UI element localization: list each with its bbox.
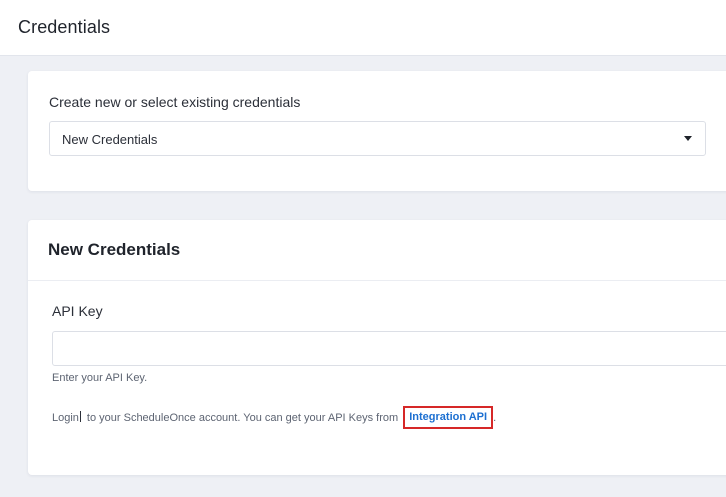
new-credentials-header: New Credentials: [28, 220, 726, 281]
help-text-login: Login: [52, 412, 79, 424]
i-beam-cursor-icon: [79, 411, 86, 422]
api-key-input[interactable]: [52, 331, 726, 366]
new-credentials-title: New Credentials: [48, 240, 181, 259]
page-title: Credentials: [18, 17, 111, 37]
caret-down-icon: [684, 136, 692, 141]
api-key-hint: Enter your API Key.: [52, 372, 148, 384]
top-bar: Credentials: [0, 0, 726, 56]
api-key-help-text: Login to your ScheduleOnce account. You c…: [52, 406, 497, 430]
help-text-body: to your ScheduleOnce account. You can ge…: [86, 412, 399, 424]
help-text-suffix: .: [493, 412, 497, 424]
credentials-select-label: Create new or select existing credential…: [49, 94, 301, 110]
new-credentials-card: New Credentials API Key Enter your API K…: [28, 220, 726, 475]
api-key-label: API Key: [52, 303, 103, 319]
credentials-select-card: Create new or select existing credential…: [28, 71, 726, 191]
credentials-select-value: New Credentials: [62, 132, 158, 147]
credentials-select[interactable]: New Credentials: [49, 121, 706, 156]
integration-api-link[interactable]: Integration API: [403, 406, 494, 429]
